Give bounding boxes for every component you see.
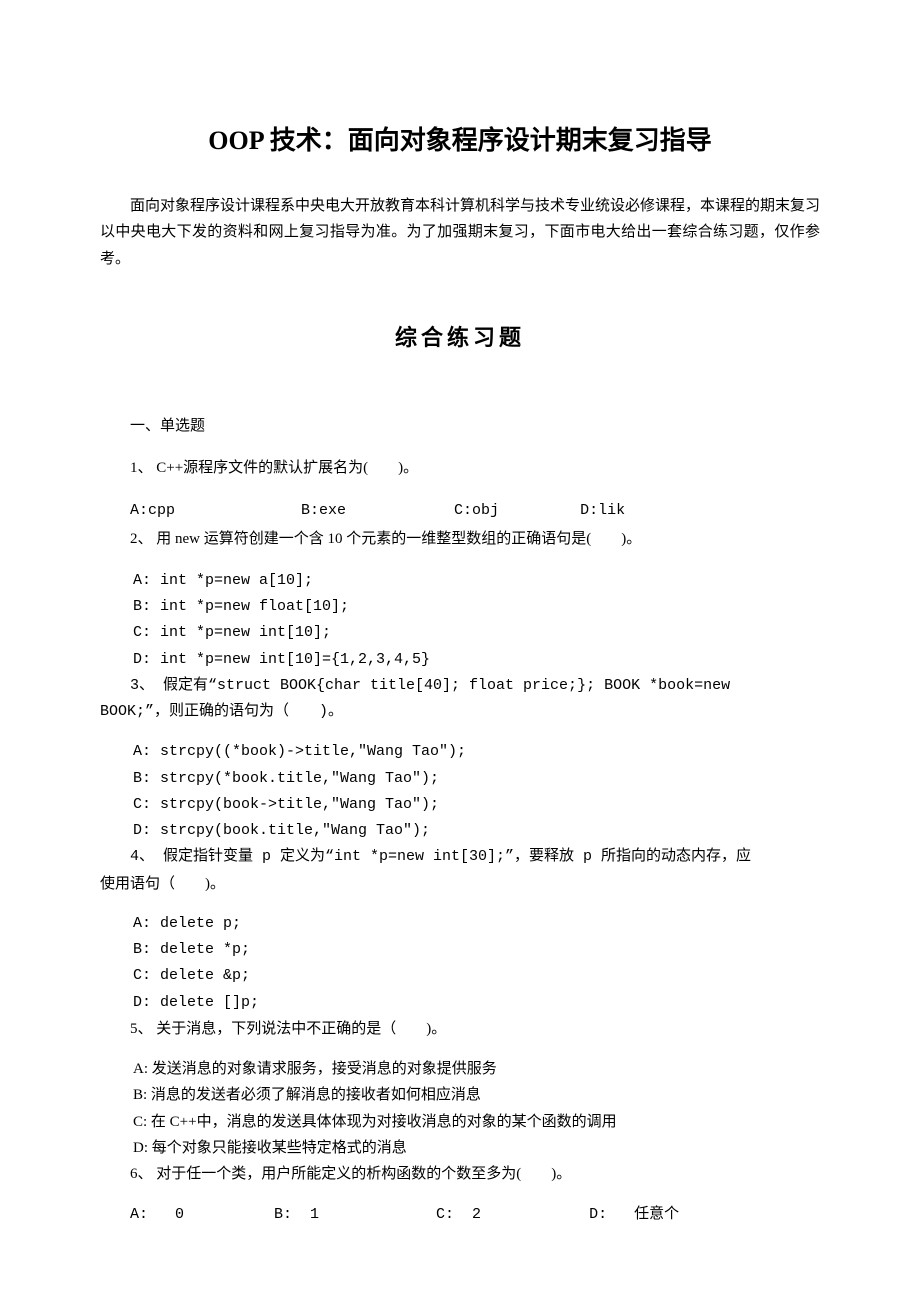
exercises-heading: 综合练习题 bbox=[100, 320, 820, 352]
q5-stem: 5、 关于消息，下列说法中不正确的是（ )。 bbox=[100, 1016, 820, 1042]
q4-stem-2: 使用语句（ )。 bbox=[100, 871, 820, 897]
intro-paragraph: 面向对象程序设计课程系中央电大开放教育本科计算机科学与技术专业统设必修课程，本课… bbox=[100, 193, 820, 272]
q4-option-d: D: delete []p; bbox=[100, 990, 820, 1016]
q2-stem: 2、 用 new 运算符创建一个含 10 个元素的一维整型数组的正确语句是( )… bbox=[100, 525, 820, 554]
q3-stem-1: 3、 假定有“struct BOOK{char title[40]; float… bbox=[100, 673, 820, 699]
q2-option-d: D: int *p=new int[10]={1,2,3,4,5} bbox=[100, 647, 820, 673]
q3-option-a: A: strcpy((*book)->title,"Wang Tao"); bbox=[100, 739, 820, 765]
q2-option-c: C: int *p=new int[10]; bbox=[100, 620, 820, 646]
q5-option-c: C: 在 C++中，消息的发送具体体现为对接收消息的对象的某个函数的调用 bbox=[100, 1109, 820, 1135]
q2-option-a: A: int *p=new a[10]; bbox=[100, 568, 820, 594]
q5-option-b: B: 消息的发送者必须了解消息的接收者如何相应消息 bbox=[100, 1082, 820, 1108]
q4-option-a: A: delete p; bbox=[100, 911, 820, 937]
document-title: OOP 技术：面向对象程序设计期末复习指导 bbox=[100, 120, 820, 157]
q1-options: A:cpp B:exe C:obj D:lik bbox=[100, 497, 820, 526]
q3-option-d: D: strcpy(book.title,"Wang Tao"); bbox=[100, 818, 820, 844]
section-1-heading: 一、单选题 bbox=[100, 412, 820, 441]
q5-option-d: D: 每个对象只能接收某些特定格式的消息 bbox=[100, 1135, 820, 1161]
q3-stem-2: BOOK;”，则正确的语句为（ )。 bbox=[100, 699, 820, 725]
q2-option-b: B: int *p=new float[10]; bbox=[100, 594, 820, 620]
q3-option-b: B: strcpy(*book.title,"Wang Tao"); bbox=[100, 766, 820, 792]
q6-options: A: 0 B: 1 C: 2 D: 任意个 bbox=[100, 1201, 820, 1230]
q5-option-a: A: 发送消息的对象请求服务，接受消息的对象提供服务 bbox=[100, 1056, 820, 1082]
q6-stem: 6、 对于任一个类，用户所能定义的析构函数的个数至多为( )。 bbox=[100, 1161, 820, 1187]
q4-option-b: B: delete *p; bbox=[100, 937, 820, 963]
q1-stem: 1、 C++源程序文件的默认扩展名为( )。 bbox=[100, 454, 820, 483]
q3-option-c: C: strcpy(book->title,"Wang Tao"); bbox=[100, 792, 820, 818]
document-page: OOP 技术：面向对象程序设计期末复习指导 面向对象程序设计课程系中央电大开放教… bbox=[0, 0, 920, 1310]
q4-stem-1: 4、 假定指针变量 p 定义为“int *p=new int[30];”，要释放… bbox=[100, 844, 820, 870]
q4-option-c: C: delete &p; bbox=[100, 963, 820, 989]
